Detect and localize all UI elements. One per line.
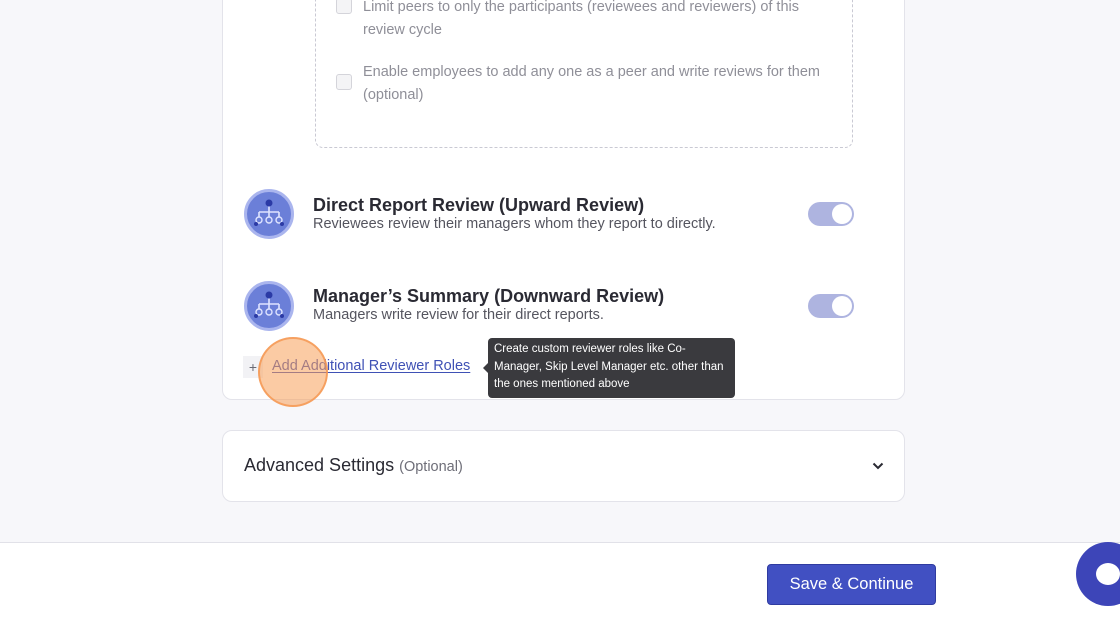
add-roles-tooltip: Create custom reviewer roles like Co-Man… xyxy=(483,338,735,398)
advanced-settings-card[interactable]: Advanced Settings (Optional) xyxy=(222,430,905,502)
toggle-knob xyxy=(832,296,852,316)
chat-glyph xyxy=(1096,563,1120,585)
org-chart-icon xyxy=(244,281,294,331)
limit-peers-checkbox[interactable] xyxy=(336,0,352,14)
downward-review-toggle[interactable] xyxy=(808,294,854,318)
advanced-settings-label: Advanced Settings xyxy=(244,455,395,475)
click-highlight xyxy=(258,337,328,407)
downward-review-description: Managers write review for their direct r… xyxy=(313,307,604,323)
enable-any-peer-checkbox[interactable] xyxy=(336,74,352,90)
footer-bar xyxy=(0,542,1120,627)
enable-any-peer-label: Enable employees to add any one as a pee… xyxy=(363,64,821,103)
upward-review-description: Reviewees review their managers whom the… xyxy=(313,216,716,232)
optional-label: (Optional) xyxy=(399,459,463,475)
save-continue-button[interactable]: Save & Continue xyxy=(767,564,936,605)
org-chart-icon xyxy=(244,189,294,239)
upward-review-title: Direct Report Review (Upward Review) xyxy=(313,195,645,215)
downward-review-title: Manager’s Summary (Downward Review) xyxy=(313,286,665,306)
limit-peers-label: Limit peers to only the participants (re… xyxy=(363,0,799,38)
chevron-down-icon[interactable] xyxy=(872,458,884,476)
upward-review-toggle[interactable] xyxy=(808,202,854,226)
advanced-settings-title: Advanced Settings (Optional) xyxy=(244,455,463,476)
toggle-knob xyxy=(832,204,852,224)
